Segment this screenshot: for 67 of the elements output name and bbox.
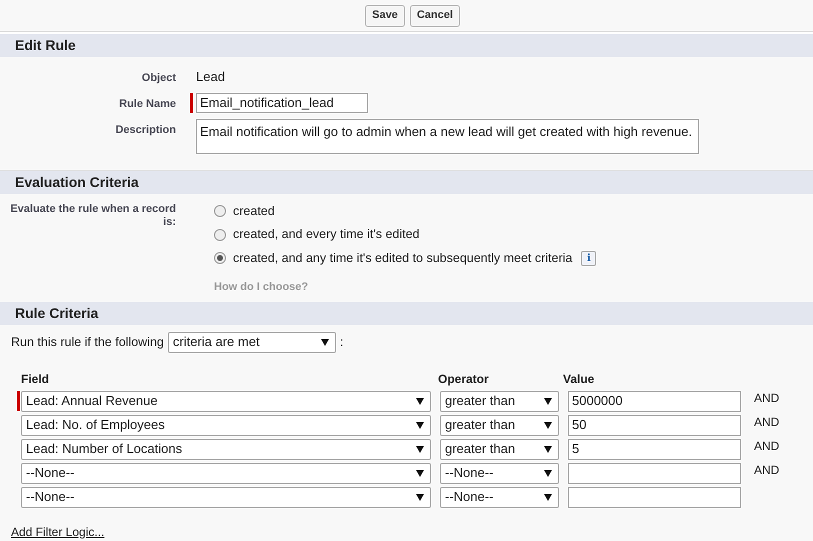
column-header: Field: [20, 370, 50, 388]
radio-button[interactable]: [214, 228, 226, 241]
section-header: Edit Rule: [0, 34, 813, 57]
caret-icon: [544, 470, 552, 476]
column-header: Value: [563, 370, 594, 388]
caret-icon: [320, 338, 329, 346]
connector-text: AND: [754, 462, 780, 478]
selected-option: --None--: [445, 463, 494, 483]
selected-option: --None--: [445, 487, 494, 507]
caret-icon: [416, 470, 424, 476]
selected-option: --None--: [26, 487, 74, 507]
value-field[interactable]: 5: [568, 438, 741, 460]
value-field[interactable]: 50: [568, 414, 741, 436]
caret-icon: [416, 494, 424, 500]
selected-option: greater than: [445, 415, 516, 435]
selected-option: Lead: Number of Locations: [26, 439, 182, 459]
info-button[interactable]: i: [581, 250, 596, 266]
form-button[interactable]: Cancel: [410, 4, 460, 26]
operator-dropdown[interactable]: --None--: [440, 486, 559, 508]
field-label: Object: [140, 71, 177, 86]
selected-option: Lead: Annual Revenue: [26, 391, 158, 411]
operator-dropdown[interactable]: --None--: [440, 462, 559, 484]
caret-icon: [544, 494, 552, 500]
field-dropdown[interactable]: Lead: No. of Employees: [21, 414, 431, 436]
caret-icon: [544, 398, 552, 404]
selected-option: Lead: No. of Employees: [26, 415, 165, 435]
selected-option: --None--: [26, 463, 74, 483]
operator-dropdown[interactable]: greater than: [440, 390, 559, 412]
filter-logic-link[interactable]: Add Filter Logic...: [11, 524, 104, 538]
caret-icon: [416, 446, 424, 452]
caret-icon: [416, 422, 424, 428]
selected-option: greater than: [445, 439, 516, 459]
value-field[interactable]: [568, 486, 741, 508]
field-value: Lead: [195, 68, 225, 86]
caret-icon: [544, 446, 552, 452]
selected-option: criteria are met: [172, 332, 260, 352]
connector-text: AND: [754, 438, 780, 454]
field-dropdown[interactable]: --None--: [21, 462, 431, 484]
colon-text: :: [340, 334, 344, 351]
operator-dropdown[interactable]: greater than: [440, 414, 559, 436]
radio-button[interactable]: [214, 204, 226, 217]
radio-label: created, and any time it's edited to subsequently meet criteria: [233, 250, 572, 267]
section-header: Rule Criteria: [0, 302, 813, 324]
radio-label: created, and every time it's edited: [233, 226, 420, 244]
field-label: Rule Name: [118, 96, 177, 112]
connector-text: AND: [754, 390, 780, 406]
connector-text: AND: [754, 414, 780, 430]
operator-dropdown[interactable]: greater than: [440, 438, 559, 460]
column-header: Operator: [437, 370, 490, 388]
field-label: Evaluate the rule when a record is:: [9, 202, 177, 230]
radio-button[interactable]: [214, 252, 226, 264]
caret-icon: [544, 422, 552, 428]
input-field[interactable]: Email_notification_lead: [196, 92, 368, 112]
value-field[interactable]: 5000000: [568, 390, 741, 412]
radio-label: created: [233, 202, 275, 220]
form-button[interactable]: Save: [365, 4, 405, 26]
text-area[interactable]: Email notification will go to admin when a new lead will get created with high revenue.: [196, 118, 699, 154]
field-dropdown[interactable]: Lead: Number of Locations: [21, 438, 431, 460]
criteria-dropdown[interactable]: criteria are met: [168, 332, 336, 352]
field-dropdown[interactable]: --None--: [21, 486, 431, 508]
value-field[interactable]: [568, 462, 741, 484]
selected-option: greater than: [445, 391, 516, 411]
caret-icon: [416, 398, 424, 404]
field-dropdown[interactable]: Lead: Annual Revenue: [21, 390, 431, 412]
criteria-label: Run this rule if the following: [11, 334, 164, 351]
field-label: Description: [114, 122, 177, 138]
section-header: Evaluation Criteria: [0, 170, 813, 194]
